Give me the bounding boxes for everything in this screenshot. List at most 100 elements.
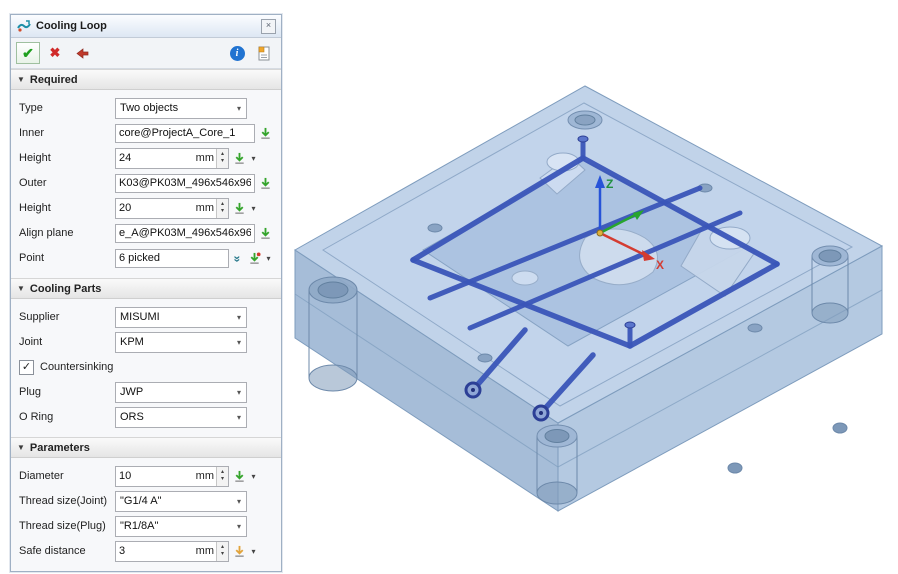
mold-plate: [295, 86, 882, 511]
pick-value-icon[interactable]: [231, 200, 247, 216]
height1-label: Height: [19, 152, 115, 164]
check-icon: ✔: [22, 45, 34, 62]
chevron-down-icon: ▾: [234, 313, 244, 322]
height2-input[interactable]: [116, 202, 196, 214]
row-oring: O Ring ORS ▾: [19, 406, 273, 428]
pick-entity-icon[interactable]: [257, 225, 273, 241]
height2-spinner[interactable]: ▴ ▾: [216, 199, 228, 218]
oring-value: ORS: [120, 411, 234, 423]
row-point: Point » ▾: [19, 247, 273, 269]
supplier-combo[interactable]: MISUMI ▾: [115, 307, 247, 328]
thread-joint-combo[interactable]: "G1/4 A" ▾: [115, 491, 247, 512]
spin-up-icon[interactable]: ▴: [221, 544, 224, 551]
oring-combo[interactable]: ORS ▾: [115, 407, 247, 428]
row-height-outer: Height mm ▴ ▾: [19, 197, 273, 219]
row-inner: Inner: [19, 122, 273, 144]
height2-field: mm ▴ ▾: [115, 198, 229, 219]
spin-down-icon[interactable]: ▾: [221, 551, 224, 558]
diameter-input[interactable]: [116, 470, 196, 482]
section-cooling-parts-title: Cooling Parts: [30, 283, 102, 295]
thread-plug-combo[interactable]: "R1/8A" ▾: [115, 516, 247, 537]
chevron-down-icon[interactable]: ▾: [249, 472, 258, 481]
chevron-down-icon[interactable]: ▾: [249, 154, 258, 163]
axis-x-label: X: [656, 258, 664, 272]
height2-label: Height: [19, 202, 115, 214]
outer-input[interactable]: [115, 174, 255, 193]
viewport-3d[interactable]: Z X: [285, 28, 898, 568]
chevron-down-icon[interactable]: ▾: [264, 254, 273, 263]
dialog-titlebar[interactable]: Cooling Loop ×: [11, 15, 281, 38]
thread-joint-label: Thread size(Joint): [19, 495, 115, 507]
safe-distance-label: Safe distance: [19, 545, 115, 557]
spin-up-icon[interactable]: ▴: [221, 201, 224, 208]
chevron-down-icon: ▾: [234, 413, 244, 422]
spin-down-icon[interactable]: ▾: [221, 208, 224, 215]
chevron-down-icon: ▾: [234, 104, 244, 113]
safe-distance-unit: mm: [196, 545, 216, 557]
spin-up-icon[interactable]: ▴: [221, 151, 224, 158]
cooling-loop-dialog: Cooling Loop × ✔ ✖ i: [10, 14, 282, 572]
joint-label: Joint: [19, 336, 115, 348]
supplier-label: Supplier: [19, 311, 115, 323]
section-parameters[interactable]: ▼ Parameters: [11, 437, 281, 458]
pick-value-icon[interactable]: [231, 468, 247, 484]
inner-input[interactable]: [115, 124, 255, 143]
chevron-down-icon[interactable]: ▾: [249, 204, 258, 213]
pick-value-icon[interactable]: [231, 150, 247, 166]
pick-value-icon[interactable]: [231, 543, 247, 559]
chevron-down-icon[interactable]: ▾: [249, 547, 258, 556]
diameter-unit: mm: [196, 470, 216, 482]
align-plane-label: Align plane: [19, 227, 115, 239]
height1-input[interactable]: [116, 152, 196, 164]
chevron-down-icon: ▾: [234, 388, 244, 397]
height1-unit: mm: [196, 152, 216, 164]
ok-button[interactable]: ✔: [16, 42, 40, 64]
diameter-field: mm ▴ ▾: [115, 466, 229, 487]
pick-entity-icon[interactable]: [257, 175, 273, 191]
cancel-button[interactable]: ✖: [43, 42, 67, 64]
supplier-value: MISUMI: [120, 311, 234, 323]
joint-value: KPM: [120, 336, 234, 348]
joint-combo[interactable]: KPM ▾: [115, 332, 247, 353]
dialog-toolbar: ✔ ✖ i: [11, 38, 281, 69]
point-label: Point: [19, 252, 115, 264]
diameter-label: Diameter: [19, 470, 115, 482]
close-icon[interactable]: ×: [261, 19, 276, 34]
safe-distance-input[interactable]: [116, 545, 196, 557]
height1-spinner[interactable]: ▴ ▾: [216, 149, 228, 168]
section-required[interactable]: ▼ Required: [11, 69, 281, 90]
info-icon: i: [230, 46, 245, 61]
point-input[interactable]: [115, 249, 229, 268]
app-window: Cooling Loop × ✔ ✖ i: [0, 0, 898, 574]
help-button[interactable]: [252, 42, 276, 64]
countersinking-checkbox[interactable]: ✓: [19, 360, 34, 375]
safe-distance-field: mm ▴ ▾: [115, 541, 229, 562]
dialog-title: Cooling Loop: [36, 20, 256, 32]
apply-arrow-icon: [75, 46, 90, 61]
row-countersinking: ✓ Countersinking: [19, 357, 273, 377]
row-thread-joint: Thread size(Joint) "G1/4 A" ▾: [19, 490, 273, 512]
info-button[interactable]: i: [225, 42, 249, 64]
help-page-icon: [258, 46, 271, 61]
diameter-spinner[interactable]: ▴ ▾: [216, 467, 228, 486]
safe-distance-spinner[interactable]: ▴ ▾: [216, 542, 228, 561]
spin-down-icon[interactable]: ▾: [221, 158, 224, 165]
collapse-icon: ▼: [17, 443, 25, 452]
type-value: Two objects: [120, 102, 234, 114]
row-joint: Joint KPM ▾: [19, 331, 273, 353]
apply-button[interactable]: [70, 42, 94, 64]
spin-up-icon[interactable]: ▴: [221, 469, 224, 476]
section-cooling-parts[interactable]: ▼ Cooling Parts: [11, 278, 281, 299]
height2-unit: mm: [196, 202, 216, 214]
expand-list-icon[interactable]: »: [231, 250, 244, 266]
row-supplier: Supplier MISUMI ▾: [19, 306, 273, 328]
section-required-title: Required: [30, 74, 78, 86]
chevron-down-icon: ▾: [234, 338, 244, 347]
align-plane-input[interactable]: [115, 224, 255, 243]
pick-point-icon[interactable]: [246, 250, 262, 266]
pick-entity-icon[interactable]: [257, 125, 273, 141]
type-combo[interactable]: Two objects ▾: [115, 98, 247, 119]
plug-combo[interactable]: JWP ▾: [115, 382, 247, 403]
spin-down-icon[interactable]: ▾: [221, 476, 224, 483]
height1-field: mm ▴ ▾: [115, 148, 229, 169]
